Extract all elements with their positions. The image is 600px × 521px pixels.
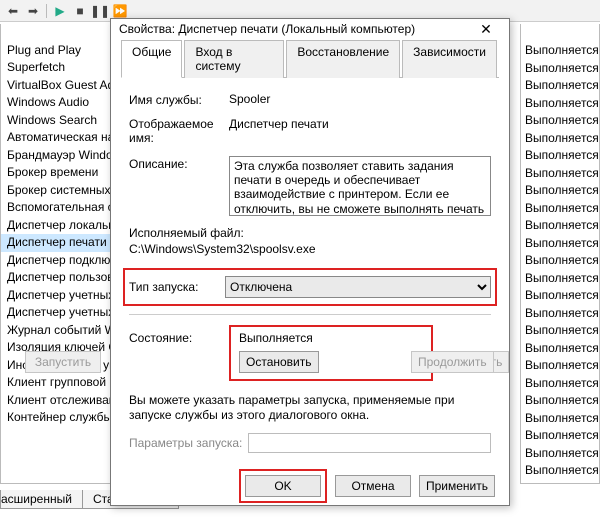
service-state-cell: Выполняется (521, 235, 599, 253)
cancel-button[interactable]: Отмена (335, 475, 411, 497)
service-state-cell: Выполняется (521, 77, 599, 95)
service-state-cell: Выполняется (521, 357, 599, 375)
ok-button[interactable]: OK (245, 475, 321, 497)
service-state-cell: Выполняется (521, 217, 599, 235)
service-state-cell: Выполняется (521, 322, 599, 340)
service-state-cell: Выполняется (521, 147, 599, 165)
dialog-button-row: OK Отмена Применить (111, 459, 509, 517)
service-state-cell: Выполняется (521, 182, 599, 200)
startup-type-select[interactable]: Отключена (225, 276, 491, 298)
resume-button: Продолжить (411, 351, 494, 373)
value-service-name: Spooler (229, 92, 491, 107)
service-state-cell: Выполняется (521, 410, 599, 428)
service-state-cell: Выполняется (521, 270, 599, 288)
dialog-titlebar: Свойства: Диспетчер печати (Локальный ко… (111, 19, 509, 39)
service-state-cell: Выполняется (521, 462, 599, 480)
service-state-cell: Выполняется (521, 165, 599, 183)
service-state-cell: Выполняется (521, 95, 599, 113)
tab-general[interactable]: Общие (121, 40, 182, 78)
service-state-cell: Выполняется (521, 375, 599, 393)
tab-logon[interactable]: Вход в систему (184, 40, 284, 78)
tab-extended[interactable]: асширенный (0, 490, 83, 509)
service-state-cell: Выполняется (521, 60, 599, 78)
service-state-cell: Выполняется (521, 287, 599, 305)
service-state-cell: Выполняется (521, 42, 599, 60)
apply-button[interactable]: Применить (419, 475, 495, 497)
value-display-name: Диспетчер печати (229, 117, 491, 146)
tab-dependencies[interactable]: Зависимости (402, 40, 497, 78)
label-description: Описание: (129, 156, 229, 216)
services-state-column: ВыполняетсяВыполняетсяВыполняетсяВыполня… (520, 24, 600, 484)
label-startup-params: Параметры запуска: (129, 436, 242, 450)
dialog-tabs: Общие Вход в систему Восстановление Зави… (121, 39, 499, 78)
stop-button[interactable]: Остановить (239, 351, 319, 373)
label-exec-file: Исполняемый файл: (129, 226, 491, 240)
value-exec-file: C:\Windows\System32\spoolsv.exe (129, 242, 491, 256)
service-state-cell: Выполняется (521, 130, 599, 148)
service-state-cell: Выполняется (521, 445, 599, 463)
label-startup-type: Тип запуска: (129, 279, 225, 294)
service-state-cell: Выполняется (521, 392, 599, 410)
dialog-title: Свойства: Диспетчер печати (Локальный ко… (119, 22, 471, 36)
nav-back-icon[interactable]: ⬅ (6, 4, 20, 18)
value-state: Выполняется (239, 331, 423, 345)
ok-highlight-box: OK (239, 469, 327, 503)
startup-params-hint: Вы можете указать параметры запуска, при… (129, 393, 491, 423)
nav-fwd-icon[interactable]: ➡ (26, 4, 40, 18)
service-state-cell: Выполняется (521, 427, 599, 445)
label-state: Состояние: (129, 325, 229, 345)
svc-stop-icon[interactable]: ■ (73, 4, 87, 18)
startup-type-row: Тип запуска: Отключена (123, 268, 497, 306)
service-state-cell: Выполняется (521, 112, 599, 130)
state-highlight-box: Выполняется Запустить Остановить Приоста… (229, 325, 433, 381)
startup-params-input (248, 433, 491, 453)
start-button: Запустить (25, 351, 101, 373)
service-properties-dialog: Свойства: Диспетчер печати (Локальный ко… (110, 18, 510, 506)
label-service-name: Имя службы: (129, 92, 229, 107)
service-state-cell: Выполняется (521, 340, 599, 358)
svc-play-icon[interactable]: ▶ (53, 4, 67, 18)
value-description[interactable]: Эта служба позволяет ставить задания печ… (229, 156, 491, 216)
service-state-cell: Выполняется (521, 200, 599, 218)
label-display-name: Отображаемое имя: (129, 117, 229, 146)
service-state-cell: Выполняется (521, 305, 599, 323)
tab-recovery[interactable]: Восстановление (286, 40, 400, 78)
service-state-cell: Выполняется (521, 252, 599, 270)
svc-pause-icon[interactable]: ❚❚ (93, 4, 107, 18)
svc-restart-icon[interactable]: ⏩ (113, 4, 127, 18)
close-icon[interactable]: ✕ (471, 19, 501, 39)
